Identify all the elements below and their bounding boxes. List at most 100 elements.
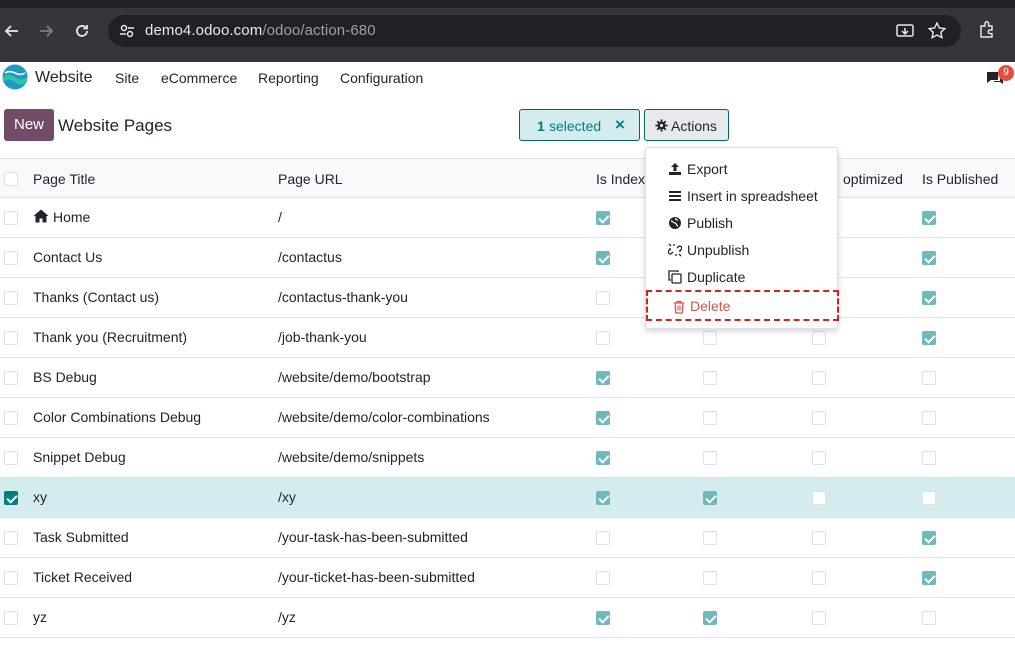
optimized-checkbox[interactable] [812, 571, 826, 585]
table-row[interactable]: xy/xy [0, 478, 1015, 518]
gear-icon [655, 119, 668, 132]
table-row[interactable]: Snippet Debug/website/demo/snippets [0, 438, 1015, 478]
row-select-checkbox[interactable] [4, 291, 18, 305]
site-settings-icon[interactable] [118, 22, 136, 40]
optimized-checkbox[interactable] [812, 331, 826, 345]
forward-button[interactable] [34, 19, 58, 43]
optimized-checkbox[interactable] [812, 451, 826, 465]
menu-ecommerce[interactable]: eCommerce [161, 70, 237, 86]
is-indexed-checkbox[interactable] [596, 291, 610, 305]
menu-item-insert-in-spreadsheet[interactable]: Insert in spreadsheet [646, 182, 837, 209]
column-4-checkbox[interactable] [703, 451, 717, 465]
is-published-checkbox[interactable] [922, 251, 936, 265]
is-indexed-checkbox[interactable] [596, 531, 610, 545]
is-published-checkbox[interactable] [922, 491, 936, 505]
column-header-is-published[interactable]: Is Published [922, 171, 998, 187]
menu-reporting[interactable]: Reporting [258, 70, 319, 86]
is-indexed-checkbox[interactable] [596, 371, 610, 385]
table-row[interactable]: Task Submitted/your-task-has-been-submit… [0, 518, 1015, 558]
new-button[interactable]: New [4, 109, 54, 141]
optimized-checkbox[interactable] [812, 371, 826, 385]
optimized-checkbox[interactable] [812, 491, 826, 505]
select-all-checkbox[interactable] [4, 172, 18, 186]
is-indexed-checkbox[interactable] [596, 331, 610, 345]
is-published-checkbox[interactable] [922, 331, 936, 345]
column-4-checkbox[interactable] [703, 611, 717, 625]
optimized-checkbox[interactable] [812, 611, 826, 625]
column-4-checkbox[interactable] [703, 571, 717, 585]
row-select-checkbox[interactable] [4, 371, 18, 385]
column-4-checkbox[interactable] [703, 491, 717, 505]
clear-selection-icon[interactable]: × [615, 115, 625, 135]
selected-count: 1 [537, 118, 545, 134]
column-4-checkbox[interactable] [703, 331, 717, 345]
is-published-checkbox[interactable] [922, 211, 936, 225]
bookmark-star-icon[interactable] [927, 21, 947, 41]
table-row[interactable]: Contact Us/contactus [0, 238, 1015, 278]
install-app-icon[interactable] [895, 21, 915, 41]
is-published-checkbox[interactable] [922, 371, 936, 385]
optimized-checkbox[interactable] [812, 531, 826, 545]
column-4-checkbox[interactable] [703, 371, 717, 385]
is-indexed-checkbox[interactable] [596, 411, 610, 425]
menu-site[interactable]: Site [115, 70, 139, 86]
row-select-checkbox[interactable] [4, 251, 18, 265]
unlink-icon [668, 243, 682, 257]
row-select-checkbox[interactable] [4, 331, 18, 345]
page-title-text: xy [33, 489, 47, 505]
is-published-checkbox[interactable] [922, 531, 936, 545]
reload-button[interactable] [70, 19, 94, 43]
row-select-checkbox[interactable] [4, 531, 18, 545]
is-indexed-checkbox[interactable] [596, 491, 610, 505]
menu-item-export[interactable]: Export [646, 155, 837, 182]
is-published-checkbox[interactable] [922, 291, 936, 305]
selected-label: selected [549, 118, 602, 134]
address-bar[interactable]: demo4.odoo.com/odoo/action-680 [108, 15, 961, 47]
row-select-checkbox[interactable] [4, 571, 18, 585]
menu-item-publish[interactable]: Publish [646, 209, 837, 236]
column-header-page-url[interactable]: Page URL [278, 171, 343, 187]
page-title-cell: yz [33, 609, 47, 625]
extensions-icon[interactable] [977, 20, 997, 40]
menu-item-unpublish[interactable]: Unpublish [646, 236, 837, 263]
column-4-checkbox[interactable] [703, 531, 717, 545]
column-header-page-title[interactable]: Page Title [33, 171, 95, 187]
column-4-checkbox[interactable] [703, 411, 717, 425]
is-indexed-checkbox[interactable] [596, 611, 610, 625]
page-url-cell: /website/demo/color-combinations [278, 409, 490, 425]
back-button[interactable] [0, 19, 24, 43]
menu-item-delete[interactable]: Delete [646, 290, 839, 321]
is-indexed-checkbox[interactable] [596, 451, 610, 465]
is-published-checkbox[interactable] [922, 611, 936, 625]
optimized-checkbox[interactable] [812, 411, 826, 425]
menu-item-duplicate[interactable]: Duplicate [646, 263, 837, 290]
table-row[interactable]: Home / [0, 198, 1015, 238]
row-select-checkbox[interactable] [4, 211, 18, 225]
trash-icon [674, 300, 684, 314]
table-row[interactable]: yz/yz [0, 598, 1015, 638]
table-row[interactable]: Color Combinations Debug/website/demo/co… [0, 398, 1015, 438]
tab-strip [0, 0, 1015, 8]
is-published-checkbox[interactable] [922, 451, 936, 465]
is-published-checkbox[interactable] [922, 411, 936, 425]
menu-configuration[interactable]: Configuration [340, 70, 423, 86]
table-row[interactable]: BS Debug/website/demo/bootstrap [0, 358, 1015, 398]
table-row[interactable]: Thank you (Recruitment) /job-thank-you [0, 318, 1015, 358]
row-select-checkbox[interactable] [4, 611, 18, 625]
is-indexed-checkbox[interactable] [596, 251, 610, 265]
is-published-checkbox[interactable] [922, 571, 936, 585]
page-title-text: Color Combinations Debug [33, 409, 202, 425]
odoo-navbar: Website Site eCommerce Reporting Configu… [0, 62, 1015, 95]
app-name[interactable]: Website [35, 69, 93, 87]
is-indexed-checkbox[interactable] [596, 211, 610, 225]
actions-button[interactable]: Actions [644, 109, 729, 141]
is-indexed-checkbox[interactable] [596, 571, 610, 585]
row-select-checkbox[interactable] [4, 491, 18, 505]
column-header-is-indexed[interactable]: Is Index [596, 171, 645, 187]
row-select-checkbox[interactable] [4, 451, 18, 465]
row-select-checkbox[interactable] [4, 411, 18, 425]
table-row[interactable]: Ticket Received/your-ticket-has-been-sub… [0, 558, 1015, 598]
table-row[interactable]: Thanks (Contact us) /contactus-thank-you [0, 278, 1015, 318]
website-app-logo-icon[interactable] [2, 64, 28, 90]
column-header-optimized[interactable]: optimized [843, 171, 903, 187]
